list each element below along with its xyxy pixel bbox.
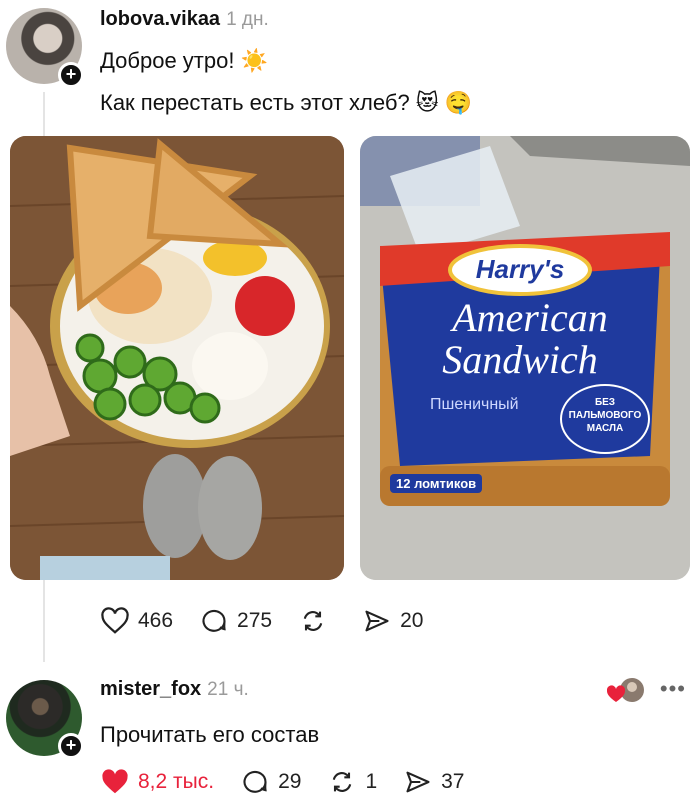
repost-button[interactable] (298, 607, 336, 635)
author-liked-indicator (606, 676, 646, 706)
comment-count: 275 (237, 609, 273, 632)
pack-brand: Harry's (475, 254, 565, 284)
reply-repost-button[interactable]: 1 (327, 768, 377, 796)
post-text-line1: Доброе утро! ☀️ (100, 48, 268, 73)
reply-time: 21 ч. (207, 679, 249, 700)
pack-badge-line3: МАСЛА (586, 423, 624, 434)
reply-share-count: 37 (441, 770, 465, 793)
share-count: 20 (400, 609, 424, 632)
follow-plus-icon[interactable]: + (58, 733, 84, 759)
follow-plus-icon[interactable]: + (58, 62, 84, 88)
reply-username[interactable]: mister_fox (100, 678, 201, 700)
comment-icon (243, 770, 267, 793)
like-button[interactable]: 466 (100, 607, 173, 635)
reply-repost-count: 1 (365, 770, 378, 793)
pack-product-line2: Sandwich (442, 337, 598, 382)
pack-badge-line1: БЕЗ (594, 397, 616, 408)
pack-badge-line2: ПАЛЬМОВОГО (568, 410, 642, 421)
more-options-icon[interactable]: ••• (660, 676, 686, 702)
pack-variant: Пшеничный (430, 396, 519, 413)
reply-comment-button[interactable]: 29 (240, 768, 301, 796)
username[interactable]: lobova.vikaa (100, 8, 220, 30)
post-author[interactable]: lobova.vikaa 1 дн. (100, 8, 269, 31)
reply-like-button[interactable]: 8,2 тыс. (100, 768, 214, 796)
share-icon (365, 610, 389, 632)
bread-pack-photo[interactable]: Harry's American Sandwich Пшеничный БЕЗ … (360, 136, 690, 580)
post-text-line2: Как перестать есть этот хлеб? 😻 🤤 (100, 90, 473, 115)
heart-icon (101, 607, 129, 634)
breakfast-photo[interactable] (10, 136, 344, 580)
heart-filled-icon (102, 769, 128, 794)
reply-author[interactable]: mister_fox 21 ч. (100, 678, 249, 701)
reply-like-count: 8,2 тыс. (138, 770, 215, 793)
like-count: 466 (138, 609, 174, 632)
share-button[interactable]: 20 (362, 607, 423, 635)
breakfast-illustration (10, 136, 344, 580)
pack-product-line1: American (452, 295, 608, 340)
pack-slices: 12 ломтиков (390, 474, 483, 493)
share-icon (406, 771, 430, 793)
reply-share-button[interactable]: 37 (403, 768, 464, 796)
repost-icon (333, 772, 352, 792)
post-time: 1 дн. (226, 9, 269, 30)
comment-icon (202, 609, 226, 632)
post-actions: 466 275 20 (100, 607, 449, 635)
reply-text: Прочитать его состав (100, 722, 320, 747)
pack-badge: БЕЗ ПАЛЬМОВОГО МАСЛА (560, 384, 650, 454)
liked-by-author-icon (606, 678, 644, 702)
comment-button[interactable]: 275 (199, 607, 272, 635)
reply-comment-count: 29 (278, 770, 302, 793)
reply-actions: 8,2 тыс. 29 1 37 (100, 768, 490, 796)
repost-icon (303, 611, 323, 631)
